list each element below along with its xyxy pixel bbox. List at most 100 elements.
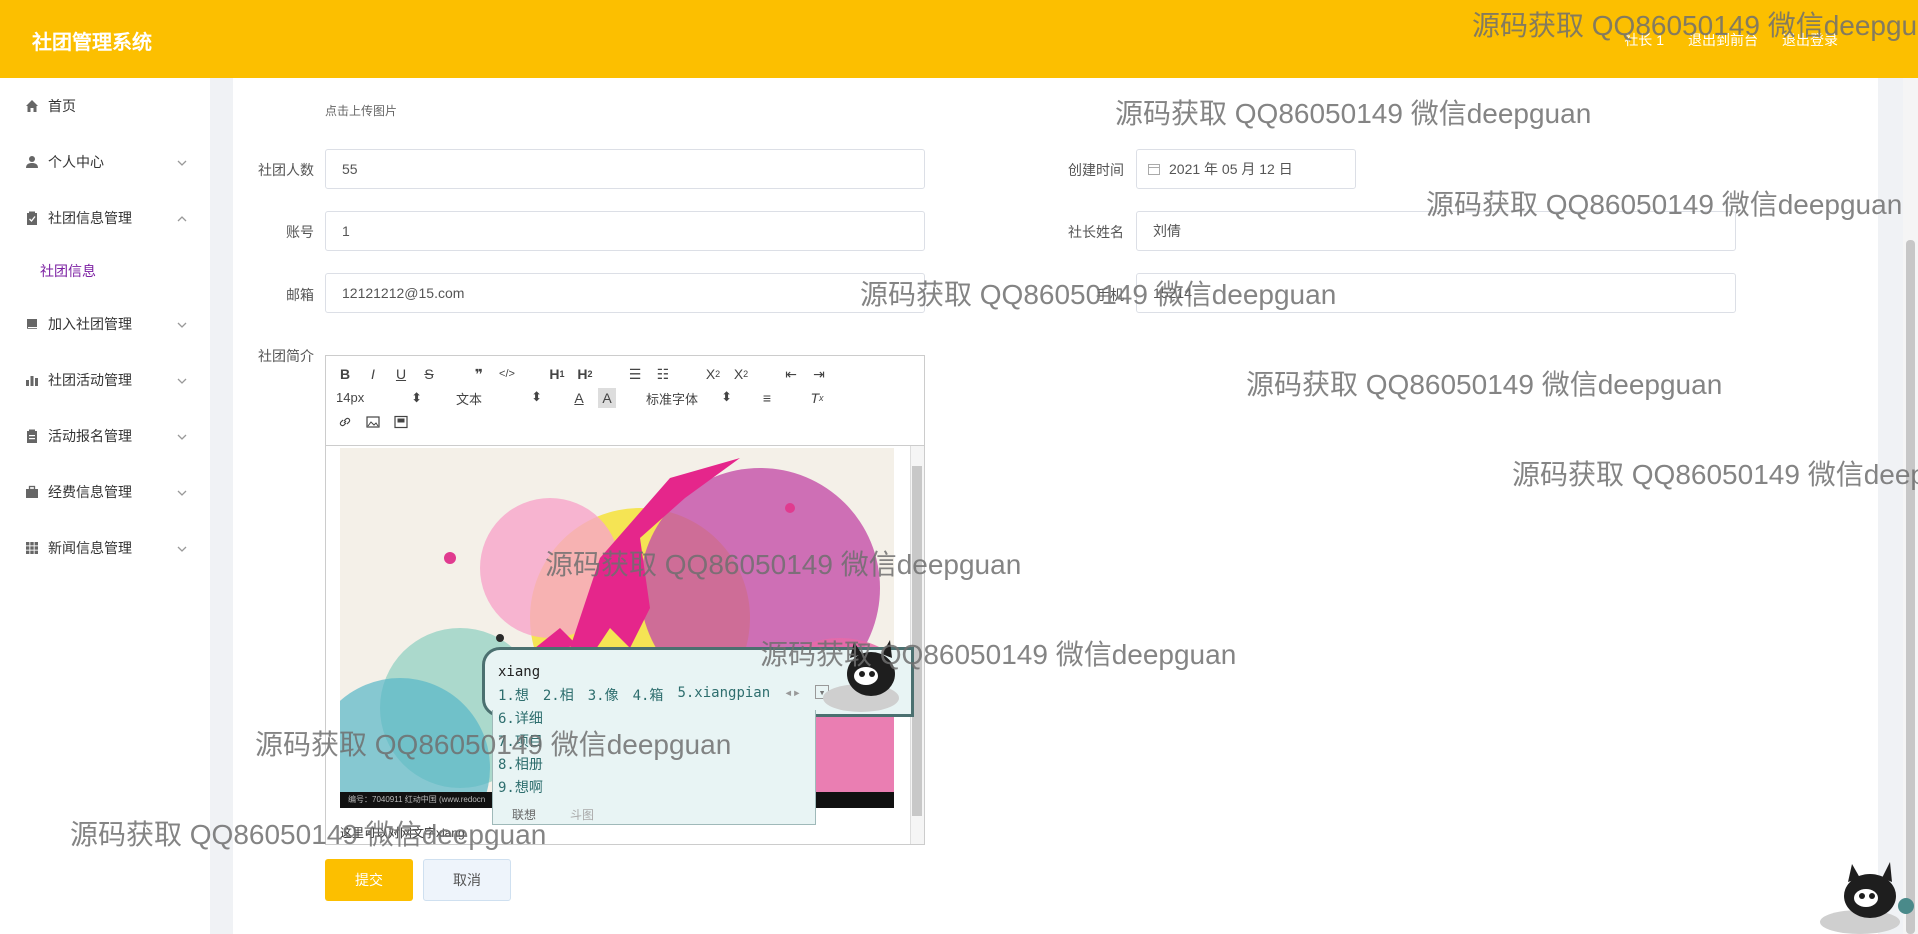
page-scrollbar-thumb[interactable] xyxy=(1906,240,1915,934)
ime-more-candidates: 6.详细 7.项目 8.相册 9.想啊 xyxy=(498,708,543,800)
member-count-label: 社团人数 xyxy=(258,162,314,178)
superscript-button[interactable]: X2 xyxy=(732,364,750,384)
ime-candidate[interactable]: 3.像 xyxy=(588,685,619,705)
logout-link[interactable]: 退出登录 xyxy=(1782,30,1838,50)
header-links: 社长 1 退出到前台 退出登录 xyxy=(1624,30,1838,50)
font-family-value: 标准字体 xyxy=(646,391,699,407)
sidebar-item-label: 个人中心 xyxy=(48,154,104,170)
font-size-select[interactable]: 14px ⬍ xyxy=(336,390,426,406)
ime-candidates: 1.想 2.相 3.像 4.箱 5.xiangpian ◂▸ ▾ xyxy=(498,685,830,705)
phone-input[interactable]: 15214 xyxy=(1136,273,1736,313)
ime-candidate[interactable]: 1.想 xyxy=(498,685,529,705)
ime-page-arrows-icon[interactable]: ◂▸ xyxy=(784,685,801,705)
cancel-button[interactable]: 取消 xyxy=(423,859,511,901)
link-icon[interactable] xyxy=(336,412,354,432)
ime-candidate[interactable]: 8.相册 xyxy=(498,754,543,777)
select-arrows-icon: ⬍ xyxy=(411,390,422,405)
sidebar-subitem-club-info[interactable]: 社团信息 xyxy=(0,246,210,296)
sidebar-item-club-info[interactable]: 社团信息管理 xyxy=(0,190,210,246)
ordered-list-icon[interactable]: ☰ xyxy=(626,364,644,384)
ime-association-tab[interactable]: 联想 xyxy=(512,806,536,823)
paragraph-select[interactable]: 文本 ⬍ xyxy=(456,389,546,408)
subscript-button[interactable]: X2 xyxy=(704,364,722,384)
italic-button[interactable]: I xyxy=(364,364,382,384)
font-size-value: 14px xyxy=(336,390,365,405)
h1-button[interactable]: H1 xyxy=(548,364,566,384)
ime-candidate[interactable]: 4.箱 xyxy=(633,685,664,705)
sidebar-item-club-activity[interactable]: 社团活动管理 xyxy=(0,352,210,408)
submit-button[interactable]: 提交 xyxy=(325,859,413,901)
account-label: 账号 xyxy=(286,224,314,240)
video-icon[interactable] xyxy=(392,412,410,432)
font-color-icon[interactable]: A xyxy=(570,388,588,408)
briefcase-icon xyxy=(24,484,40,500)
strike-button[interactable]: S xyxy=(420,364,438,384)
email-label: 邮箱 xyxy=(286,287,314,303)
phone-value: 15214 xyxy=(1153,285,1192,301)
sidebar-item-label: 加入社团管理 xyxy=(48,316,132,332)
created-date-picker[interactable]: 2021 年 05 月 12 日 xyxy=(1136,149,1356,189)
sidebar: 首页 个人中心 社团信息管理 社团信息 加入社团管理 社团活动管理 活动报名管理 xyxy=(0,78,210,934)
outdent-icon[interactable]: ⇤ xyxy=(782,364,800,384)
editor-text: 这里可以对网文字xiang xyxy=(340,826,465,840)
phone-label: 手机 xyxy=(1096,287,1124,303)
book-icon xyxy=(24,316,40,332)
underline-button[interactable]: U xyxy=(392,364,410,384)
ime-candidate[interactable]: 5.xiangpian xyxy=(677,685,770,705)
ime-candidate[interactable]: 9.想啊 xyxy=(498,777,543,800)
blockquote-button[interactable]: ❞ xyxy=(470,364,488,384)
bold-button[interactable]: B xyxy=(336,364,354,384)
ime-candidate[interactable]: 6.详细 xyxy=(498,708,543,731)
align-left-icon[interactable]: ≡ xyxy=(758,388,776,408)
calendar-icon xyxy=(1147,162,1161,176)
home-icon xyxy=(24,98,40,114)
sidebar-item-news[interactable]: 新闻信息管理 xyxy=(0,520,210,576)
ime-candidate[interactable]: 7.项目 xyxy=(498,731,543,754)
background-color-icon[interactable]: A xyxy=(598,388,616,408)
chevron-down-icon xyxy=(176,156,188,168)
code-button[interactable]: </> xyxy=(498,364,516,384)
image-icon[interactable] xyxy=(364,412,382,432)
leader-name-input[interactable]: 刘倩 xyxy=(1136,211,1736,251)
editor-toolbar: B I U S ❞ </> H1 H2 ☰ ☷ X2 X2 ⇤ ⇥ 14px ⬍ … xyxy=(326,356,924,446)
sidebar-item-join-club[interactable]: 加入社团管理 xyxy=(0,296,210,352)
chevron-down-icon xyxy=(176,542,188,554)
account-value: 1 xyxy=(342,223,350,239)
sidebar-item-activity-signup[interactable]: 活动报名管理 xyxy=(0,408,210,464)
email-input[interactable]: 12121212@15.com xyxy=(325,273,925,313)
h2-button[interactable]: H2 xyxy=(576,364,594,384)
sidebar-item-label: 首页 xyxy=(48,98,76,114)
select-arrows-icon: ⬍ xyxy=(721,388,732,404)
clipboard-icon xyxy=(24,210,40,226)
user-role-link[interactable]: 社长 1 xyxy=(1624,30,1664,50)
corner-mascot-icon xyxy=(1810,862,1918,934)
chart-icon xyxy=(24,372,40,388)
sidebar-item-funds[interactable]: 经费信息管理 xyxy=(0,464,210,520)
ime-mascot-icon xyxy=(816,636,906,716)
sidebar-item-label: 新闻信息管理 xyxy=(48,540,132,556)
ime-candidate[interactable]: 2.相 xyxy=(543,685,574,705)
chevron-down-icon xyxy=(176,374,188,386)
bullet-list-icon[interactable]: ☷ xyxy=(654,364,672,384)
editor-scrollbar-thumb[interactable] xyxy=(912,466,922,816)
select-arrows-icon: ⬍ xyxy=(531,388,542,404)
created-date-value: 2021 年 05 月 12 日 xyxy=(1169,161,1293,177)
editor-scrollbar[interactable] xyxy=(910,446,924,844)
sidebar-item-home[interactable]: 首页 xyxy=(0,78,210,134)
exit-to-frontend-link[interactable]: 退出到前台 xyxy=(1688,30,1758,50)
chevron-down-icon xyxy=(176,318,188,330)
sidebar-item-label: 经费信息管理 xyxy=(48,484,132,500)
sidebar-item-personal[interactable]: 个人中心 xyxy=(0,134,210,190)
clipboard-icon xyxy=(24,428,40,444)
app-title: 社团管理系统 xyxy=(32,32,152,54)
chevron-down-icon xyxy=(176,486,188,498)
indent-icon[interactable]: ⇥ xyxy=(810,364,828,384)
clear-format-icon[interactable]: Tx xyxy=(808,388,826,408)
ime-meme-tab[interactable]: 斗图 xyxy=(570,806,594,823)
font-family-select[interactable]: 标准字体 ⬍ xyxy=(646,389,736,408)
created-date-label: 创建时间 xyxy=(1068,162,1124,178)
chevron-down-icon xyxy=(176,430,188,442)
account-input[interactable]: 1 xyxy=(325,211,925,251)
upload-image-hint[interactable]: 点击上传图片 xyxy=(325,102,397,119)
member-count-input[interactable]: 55 xyxy=(325,149,925,189)
